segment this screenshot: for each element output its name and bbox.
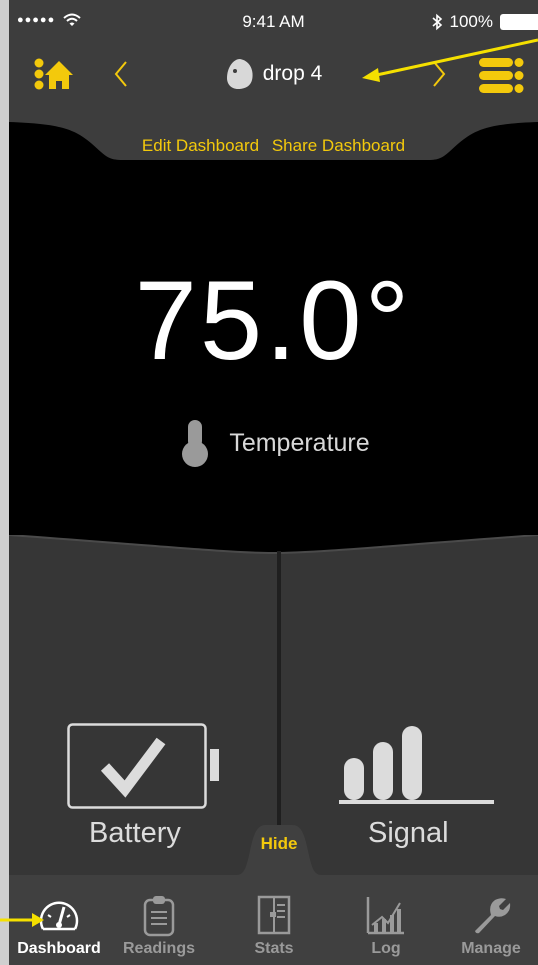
battery-ok-icon [67,723,219,809]
bluetooth-icon [431,13,442,31]
drop-device-icon [226,59,253,89]
tab-manage[interactable]: Manage [441,875,538,965]
device-selector[interactable]: drop 4 [9,58,538,90]
signal-label: Signal [368,817,449,849]
tab-label: Log [371,940,401,957]
device-title: drop 4 [262,62,323,85]
tab-label: Manage [461,940,521,957]
edit-dashboard-link[interactable]: Edit Dashboard [142,136,259,155]
status-bar: ●●●●● 9:41 AM 100% [9,0,538,44]
tab-label: Stats [254,940,294,957]
signal-strength-icon [339,726,494,804]
tab-label: Dashboard [17,940,101,957]
battery-percent: 100% [449,12,493,31]
gauge-icon [39,901,79,931]
thermometer-icon [182,420,209,467]
chevron-right-icon[interactable] [431,60,447,88]
share-dashboard-link[interactable]: Share Dashboard [272,136,405,155]
tab-readings[interactable]: Readings [109,875,209,965]
clipboard-icon [143,896,175,937]
stats-icon [257,895,291,935]
battery-label: Battery [89,817,181,849]
app-screen: ●●●●● 9:41 AM 100% drop 4 Edit Dashboard… [9,0,538,965]
tab-bar: Dashboard Readings Stats Log Manage [9,875,538,965]
menu-icon[interactable] [479,56,525,96]
reading-label-row: Temperature [9,418,538,468]
temperature-value: 75.0° [134,258,413,383]
nav-bar: drop 4 [9,44,538,106]
tab-label: Readings [122,940,195,957]
chart-icon [366,897,404,935]
hide-button[interactable]: Hide [236,834,322,854]
battery-status-icon [500,14,538,30]
tab-log[interactable]: Log [336,875,436,965]
tab-stats[interactable]: Stats [224,875,324,965]
tab-dashboard[interactable]: Dashboard [9,875,109,965]
wrench-icon [475,898,511,934]
status-right: 100% [431,12,538,32]
temperature-label: Temperature [229,428,370,457]
edit-links: Edit Dashboard Share Dashboard [9,136,538,156]
